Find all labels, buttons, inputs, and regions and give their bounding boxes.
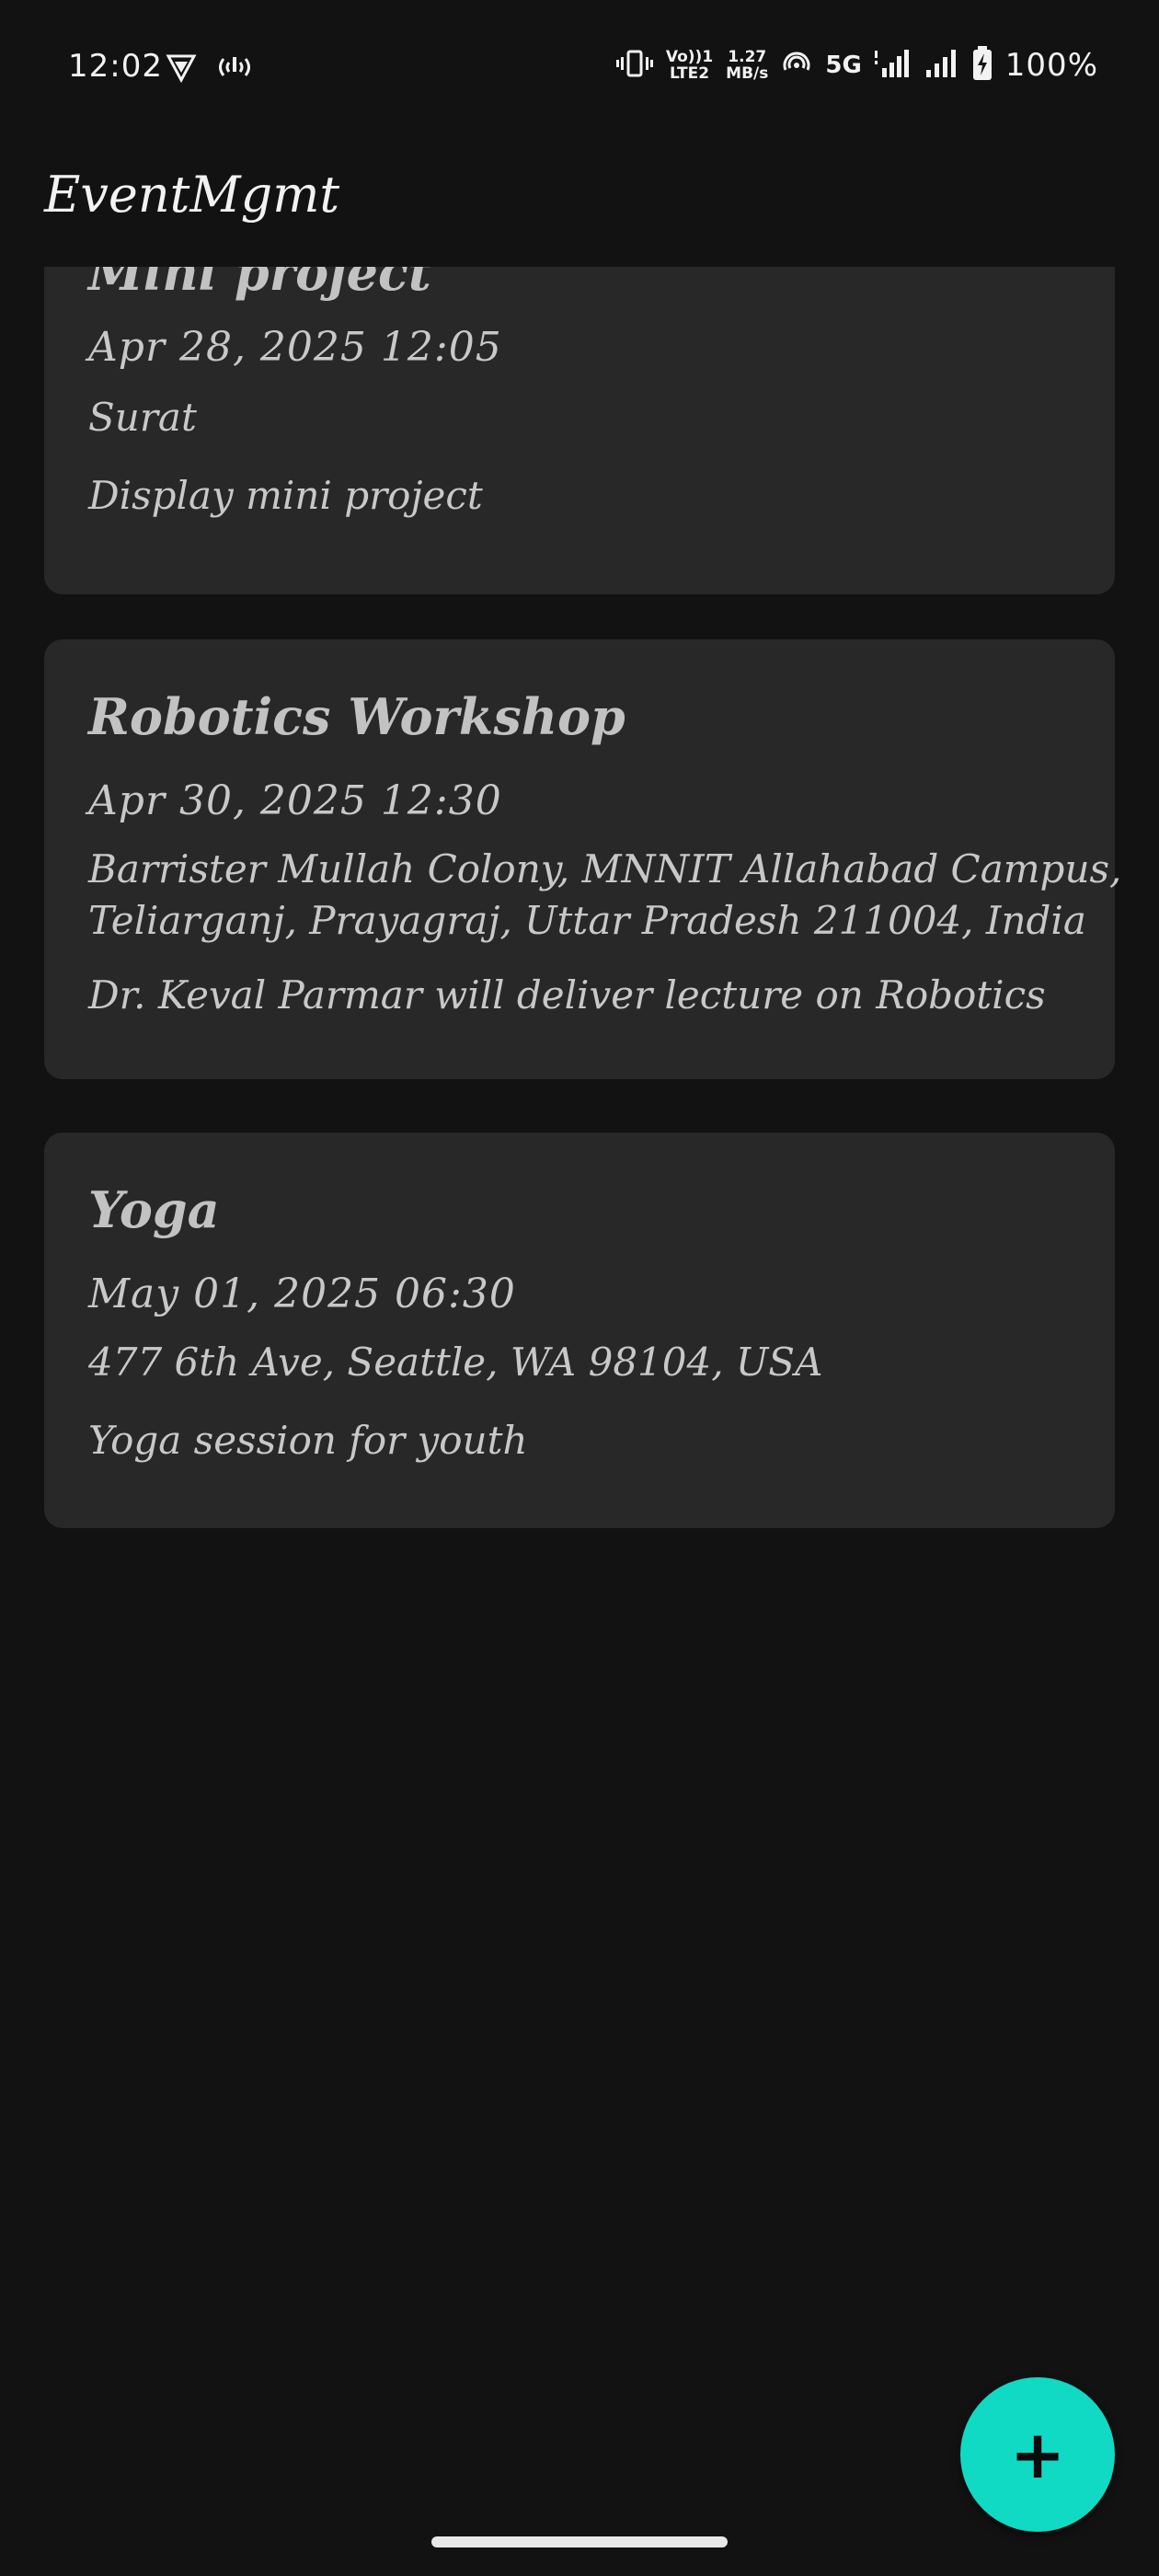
hotspot-icon [215,52,254,86]
event-description: Display mini project [88,473,483,518]
home-indicator[interactable] [431,2536,728,2547]
network-type: 5G [825,52,862,79]
event-card[interactable]: Yoga May 01, 2025 06:30 477 6th Ave, Sea… [44,1133,1115,1528]
event-title: Yoga [88,1180,220,1239]
event-title: Robotics Workshop [88,687,625,746]
event-date: Apr 28, 2025 12:05 [88,324,502,371]
lte-label-bottom: LTE2 [669,64,710,83]
signal-icon-sim1 [874,48,912,83]
status-bar: 12:02 Vo))1 LTE2 1.27 MB/s 5G 100% [0,0,1159,138]
app-title: EventMgmt [44,166,340,224]
status-left-icons [166,52,254,86]
shield-icon [166,52,197,86]
event-location-line1: Barrister Mullah Colony, MNNIT Allahabad… [88,846,1122,891]
event-description: Dr. Keval Parmar will deliver lecture on… [88,972,1046,1018]
status-time: 12:02 [68,48,163,85]
wifi-calling-icon [781,48,812,83]
battery-level: 100% [1004,47,1098,84]
event-description: Yoga session for youth [88,1418,528,1463]
battery-charging-icon [972,46,993,85]
event-card[interactable]: Robotics Workshop Apr 30, 2025 12:30 Bar… [44,639,1121,1079]
speed-value: 1.27 [728,48,767,66]
network-speed: 1.27 MB/s [726,49,768,82]
lte-indicator: Vo))1 LTE2 [666,49,713,82]
event-date: Apr 30, 2025 12:30 [88,777,502,824]
plus-icon: + [1009,2416,1066,2493]
add-event-button[interactable]: + [960,2377,1115,2532]
screen: 12:02 Vo))1 LTE2 1.27 MB/s 5G 100% Mini … [0,0,1159,2576]
signal-icon-sim2 [924,48,959,83]
event-location-line2: Teliarganj, Prayagraj, Uttar Pradesh 211… [88,898,1086,943]
event-location: Surat [88,395,197,440]
app-bar: EventMgmt [0,138,1159,267]
speed-unit: MB/s [726,64,769,83]
status-right-icons: Vo))1 LTE2 1.27 MB/s 5G 100% [615,46,1098,85]
event-location: 477 6th Ave, Seattle, WA 98104, USA [88,1340,823,1385]
event-date: May 01, 2025 06:30 [88,1271,516,1317]
vibrate-icon [615,48,653,83]
lte-label-top: Vo))1 [665,48,714,66]
